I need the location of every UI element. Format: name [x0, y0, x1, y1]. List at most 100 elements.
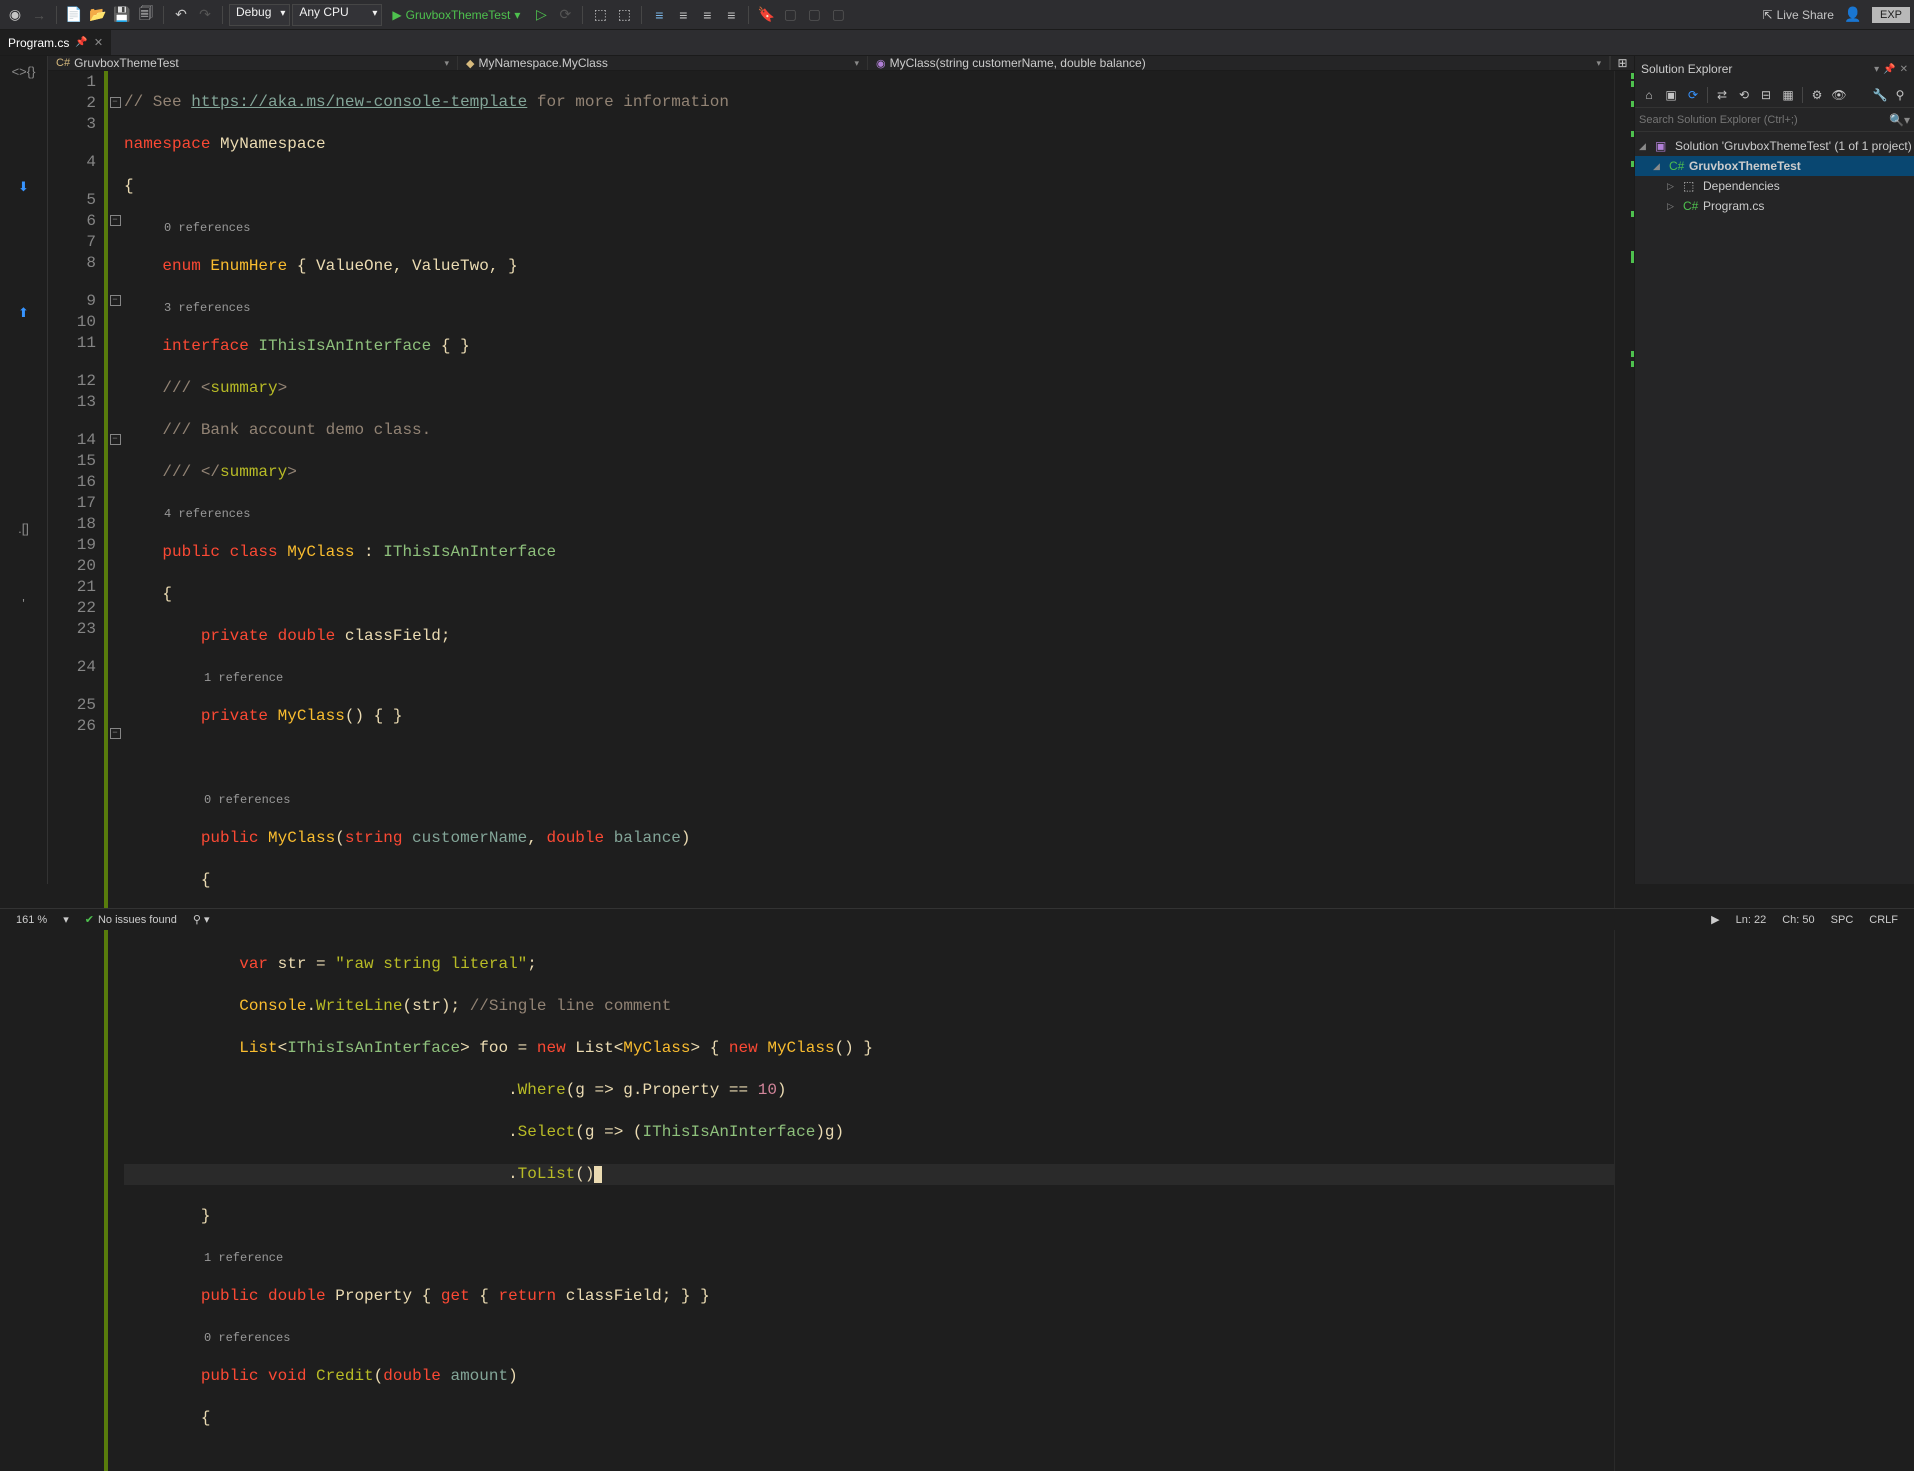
refresh-btn[interactable]: ⟲ — [1734, 85, 1754, 105]
main-toolbar: ◉ → 📄 📂 💾 🗐 ↶ ↷ Debug Any CPU ▶ GruvboxT… — [0, 0, 1914, 30]
show-all-btn[interactable]: ▦ — [1778, 85, 1798, 105]
pin-icon[interactable]: 📌 — [1883, 64, 1895, 75]
nav-fwd-btn[interactable]: → — [28, 4, 50, 26]
start-no-debug-btn[interactable]: ▷ — [530, 4, 552, 26]
zoom-dropdown[interactable]: ▾ — [55, 913, 77, 926]
bookmark-prev-btn[interactable]: ▢ — [779, 4, 801, 26]
chevron-down-icon: ▾ — [444, 58, 449, 69]
feedback-btn[interactable]: 👤 — [1842, 4, 1864, 26]
breadcrumb-namespace[interactable]: ◆ MyNamespace.MyClass ▾ — [458, 56, 868, 70]
bookmark-clear-btn[interactable]: ▢ — [827, 4, 849, 26]
step-btn[interactable]: ⬚ — [589, 4, 611, 26]
liveshare-btn[interactable]: ⇱ Live Share — [1763, 8, 1834, 22]
search-icon[interactable]: 🔍▾ — [1889, 113, 1910, 127]
solution-tree: ◢ ▣ Solution 'GruvboxThemeTest' (1 of 1 … — [1635, 132, 1914, 884]
tree-program-cs[interactable]: ▷ C# Program.cs — [1635, 196, 1914, 216]
new-item-btn[interactable]: 📄 — [63, 4, 85, 26]
codelens[interactable]: 0 references — [124, 1328, 1614, 1345]
dependencies-icon: ⬚ — [1683, 179, 1699, 193]
tree-dependencies[interactable]: ▷ ⬚ Dependencies — [1635, 176, 1914, 196]
breadcrumb-method[interactable]: ◉ MyClass(string customerName, double ba… — [868, 56, 1610, 70]
left-gutter: <>{} ⬇ ⬆ .[] ' — [0, 56, 48, 884]
code-outline-icon[interactable]: <>{} — [12, 64, 36, 79]
line-col[interactable]: Ln: 22 — [1728, 913, 1775, 926]
settings-btn[interactable]: 🔧 — [1870, 85, 1890, 105]
indicator-icon[interactable]: .[] — [18, 521, 29, 536]
status-bar: 161 % ▾ ✔ No issues found ⚲ ▾ ▶ Ln: 22 C… — [0, 908, 1914, 930]
breadcrumb-label: GruvboxThemeTest — [74, 56, 179, 70]
tree-project[interactable]: ◢ C# GruvboxThemeTest — [1635, 156, 1914, 176]
preview-btn[interactable]: 👁 — [1829, 85, 1849, 105]
comment-btn[interactable]: ≡ — [696, 4, 718, 26]
issues-status[interactable]: ✔ No issues found — [77, 913, 185, 926]
indent-btn[interactable]: ≡ — [648, 4, 670, 26]
expand-icon[interactable]: ▷ — [1667, 181, 1679, 192]
save-btn[interactable]: 💾 — [111, 4, 133, 26]
zoom-level[interactable]: 161 % — [8, 914, 55, 926]
separator — [748, 6, 749, 24]
close-icon[interactable]: ✕ — [94, 36, 103, 49]
track-changes-icon[interactable]: ⬇ — [18, 179, 29, 195]
expand-icon[interactable]: ◢ — [1653, 161, 1665, 172]
bookmark-next-btn[interactable]: ▢ — [803, 4, 825, 26]
codelens[interactable]: 1 reference — [124, 1248, 1614, 1265]
nav-back-btn[interactable]: ◉ — [4, 4, 26, 26]
platform-select[interactable]: Any CPU — [292, 4, 382, 26]
separator — [163, 6, 164, 24]
filter-btn[interactable]: ⚲ — [1890, 85, 1910, 105]
uncomment-btn[interactable]: ≡ — [720, 4, 742, 26]
codelens[interactable]: 3 references — [124, 298, 1614, 315]
bookmark-btn[interactable]: 🔖 — [755, 4, 777, 26]
start-debug-btn[interactable]: ▶ GruvboxThemeTest ▾ — [384, 4, 528, 26]
outdent-btn[interactable]: ≡ — [672, 4, 694, 26]
hot-reload-btn[interactable]: ⟳ — [554, 4, 576, 26]
fold-toggle[interactable]: − — [110, 295, 121, 306]
fold-toggle[interactable]: − — [110, 728, 121, 739]
codelens[interactable]: 0 references — [124, 218, 1614, 235]
tree-solution[interactable]: ◢ ▣ Solution 'GruvboxThemeTest' (1 of 1 … — [1635, 136, 1914, 156]
home-btn[interactable]: ⌂ — [1639, 85, 1659, 105]
save-all-btn[interactable]: 🗐 — [135, 4, 157, 26]
close-icon[interactable]: ✕ — [1900, 64, 1908, 75]
codelens[interactable]: 0 references — [124, 790, 1614, 807]
codelens[interactable]: 4 references — [124, 504, 1614, 521]
method-icon: ◉ — [876, 57, 886, 70]
switch-views-btn[interactable]: ▣ — [1661, 85, 1681, 105]
sync-btn[interactable]: ⇄ — [1712, 85, 1732, 105]
dropdown-icon[interactable]: ▾ — [1874, 64, 1879, 75]
properties-btn[interactable]: ⚙ — [1807, 85, 1827, 105]
track-changes-icon-2[interactable]: ⬆ — [18, 305, 29, 321]
undo-btn[interactable]: ↶ — [170, 4, 192, 26]
expand-icon[interactable]: ▷ — [1667, 201, 1679, 212]
fold-toggle[interactable]: − — [110, 434, 121, 445]
breadcrumb-project[interactable]: C# GruvboxThemeTest ▾ — [48, 56, 458, 70]
nav-arrow[interactable]: ▶ — [1703, 913, 1727, 926]
exp-badge[interactable]: EXP — [1872, 7, 1910, 23]
char-col[interactable]: Ch: 50 — [1774, 913, 1822, 926]
split-btn[interactable]: ⊞ — [1610, 56, 1634, 70]
open-btn[interactable]: 📂 — [87, 4, 109, 26]
expand-icon[interactable]: ◢ — [1639, 141, 1651, 152]
indent-mode[interactable]: SPC — [1823, 913, 1862, 926]
tab-program-cs[interactable]: Program.cs 📌 ✕ — [0, 30, 112, 55]
search-input[interactable] — [1639, 114, 1889, 126]
indicator-icon-2[interactable]: ' — [22, 596, 24, 611]
sidebar-header: Solution Explorer ▾ 📌 ✕ — [1635, 56, 1914, 82]
code-editor[interactable]: 1 2 3 4 5 6 7 8 9 10 11 12 13 14 15 — [48, 71, 1634, 1471]
step-btn-2[interactable]: ⬚ — [613, 4, 635, 26]
collapse-btn[interactable]: ⊟ — [1756, 85, 1776, 105]
status-indicator[interactable]: ⚲ ▾ — [185, 913, 218, 926]
fold-toggle[interactable]: − — [110, 215, 121, 226]
codelens[interactable]: 1 reference — [124, 668, 1614, 685]
pending-btn[interactable]: ⟳ — [1683, 85, 1703, 105]
csproj-icon: C# — [1669, 159, 1685, 173]
code-content[interactable]: // See https://aka.ms/new-console-templa… — [122, 71, 1614, 1471]
separator — [222, 6, 223, 24]
redo-btn[interactable]: ↷ — [194, 4, 216, 26]
minimap[interactable] — [1614, 71, 1634, 1471]
sidebar-search: 🔍▾ — [1635, 108, 1914, 132]
fold-toggle[interactable]: − — [110, 97, 121, 108]
config-select[interactable]: Debug — [229, 4, 290, 26]
line-ending[interactable]: CRLF — [1861, 913, 1906, 926]
pin-icon[interactable]: 📌 — [75, 37, 87, 48]
